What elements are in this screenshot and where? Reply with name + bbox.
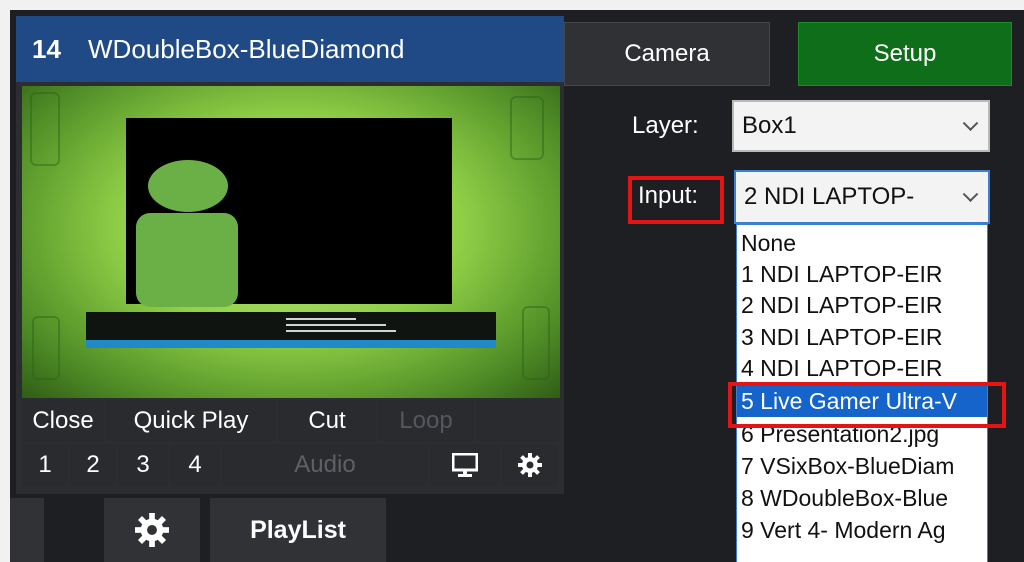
dropdown-option-selected[interactable]: 5 Live Gamer Ultra-V bbox=[737, 385, 987, 417]
layer-label: Layer: bbox=[632, 112, 699, 139]
audio-button[interactable]: Audio bbox=[222, 444, 428, 486]
dropdown-option[interactable]: 4 NDI LAPTOP-EIR bbox=[737, 352, 987, 380]
chevron-down-icon bbox=[962, 115, 979, 132]
input-label: Input: bbox=[638, 182, 699, 209]
cut-button[interactable]: Cut bbox=[278, 400, 376, 442]
lower-third-bar bbox=[86, 340, 496, 348]
input-title-bar[interactable]: 14 WDoubleBox-BlueDiamond bbox=[16, 16, 564, 82]
overlay-2-button[interactable]: 2 bbox=[70, 444, 116, 486]
vmix-window: 14 WDoubleBox-BlueDiamond Close Quick Pl… bbox=[10, 10, 1024, 562]
avatar-body bbox=[136, 213, 238, 307]
layer-select-value: Box1 bbox=[742, 112, 797, 139]
dropdown-option[interactable]: 2 NDI LAPTOP-EIR bbox=[737, 289, 987, 321]
camera-tab[interactable]: Camera bbox=[564, 22, 770, 86]
lower-third-text bbox=[286, 318, 356, 320]
loop-button[interactable]: Loop bbox=[378, 400, 474, 442]
bottom-left-button[interactable] bbox=[10, 498, 44, 562]
dropdown-option[interactable]: 6 Presentation2.jpg bbox=[737, 418, 987, 450]
input-controls-row1: Close Quick Play Cut Loop bbox=[22, 400, 560, 442]
input-controls-row2: 1 2 3 4 Audio bbox=[22, 444, 560, 486]
input-dropdown-list: None 1 NDI LAPTOP-EIR 2 NDI LAPTOP-EIR 3… bbox=[736, 224, 988, 562]
input-select[interactable]: 2 NDI LAPTOP- bbox=[734, 170, 990, 224]
input-name: WDoubleBox-BlueDiamond bbox=[88, 34, 405, 64]
quick-play-button[interactable]: Quick Play bbox=[106, 400, 276, 442]
setup-tab[interactable]: Setup bbox=[798, 22, 1012, 86]
circuit-decoration bbox=[30, 92, 60, 166]
lower-third-text bbox=[286, 330, 396, 332]
circuit-decoration bbox=[510, 96, 544, 160]
dropdown-option[interactable]: None bbox=[737, 227, 987, 259]
dropdown-option[interactable]: 3 NDI LAPTOP-EIR bbox=[737, 321, 987, 353]
close-button[interactable]: Close bbox=[22, 400, 104, 442]
input-number: 14 bbox=[32, 34, 61, 64]
monitor-icon bbox=[452, 453, 478, 477]
dropdown-option[interactable]: 9 Vert 4- Modern Ag bbox=[737, 514, 987, 546]
blank-button bbox=[476, 400, 560, 442]
lower-third bbox=[86, 312, 496, 340]
circuit-decoration bbox=[32, 316, 60, 380]
playlist-button[interactable]: PlayList bbox=[210, 498, 386, 562]
bottom-settings-button[interactable] bbox=[104, 498, 200, 562]
overlay-1-button[interactable]: 1 bbox=[22, 444, 68, 486]
chevron-down-icon bbox=[962, 186, 979, 203]
input-select-value: 2 NDI LAPTOP- bbox=[744, 183, 915, 210]
gear-icon bbox=[135, 513, 169, 547]
dropdown-option[interactable]: 7 VSixBox-BlueDiam bbox=[737, 450, 987, 482]
dropdown-option[interactable]: 8 WDoubleBox-Blue bbox=[737, 482, 987, 514]
input-card: 14 WDoubleBox-BlueDiamond Close Quick Pl… bbox=[16, 16, 564, 494]
input-preview[interactable] bbox=[22, 86, 560, 398]
gear-icon bbox=[518, 453, 542, 477]
circuit-decoration bbox=[522, 306, 550, 380]
layer-select[interactable]: Box1 bbox=[732, 100, 990, 152]
lower-third-text bbox=[286, 324, 386, 326]
monitor-button[interactable] bbox=[430, 444, 500, 486]
dropdown-option[interactable]: 1 NDI LAPTOP-EIR bbox=[737, 258, 987, 290]
overlay-4-button[interactable]: 4 bbox=[170, 444, 220, 486]
overlay-3-button[interactable]: 3 bbox=[118, 444, 168, 486]
avatar-head bbox=[148, 160, 228, 212]
settings-button[interactable] bbox=[502, 444, 558, 486]
